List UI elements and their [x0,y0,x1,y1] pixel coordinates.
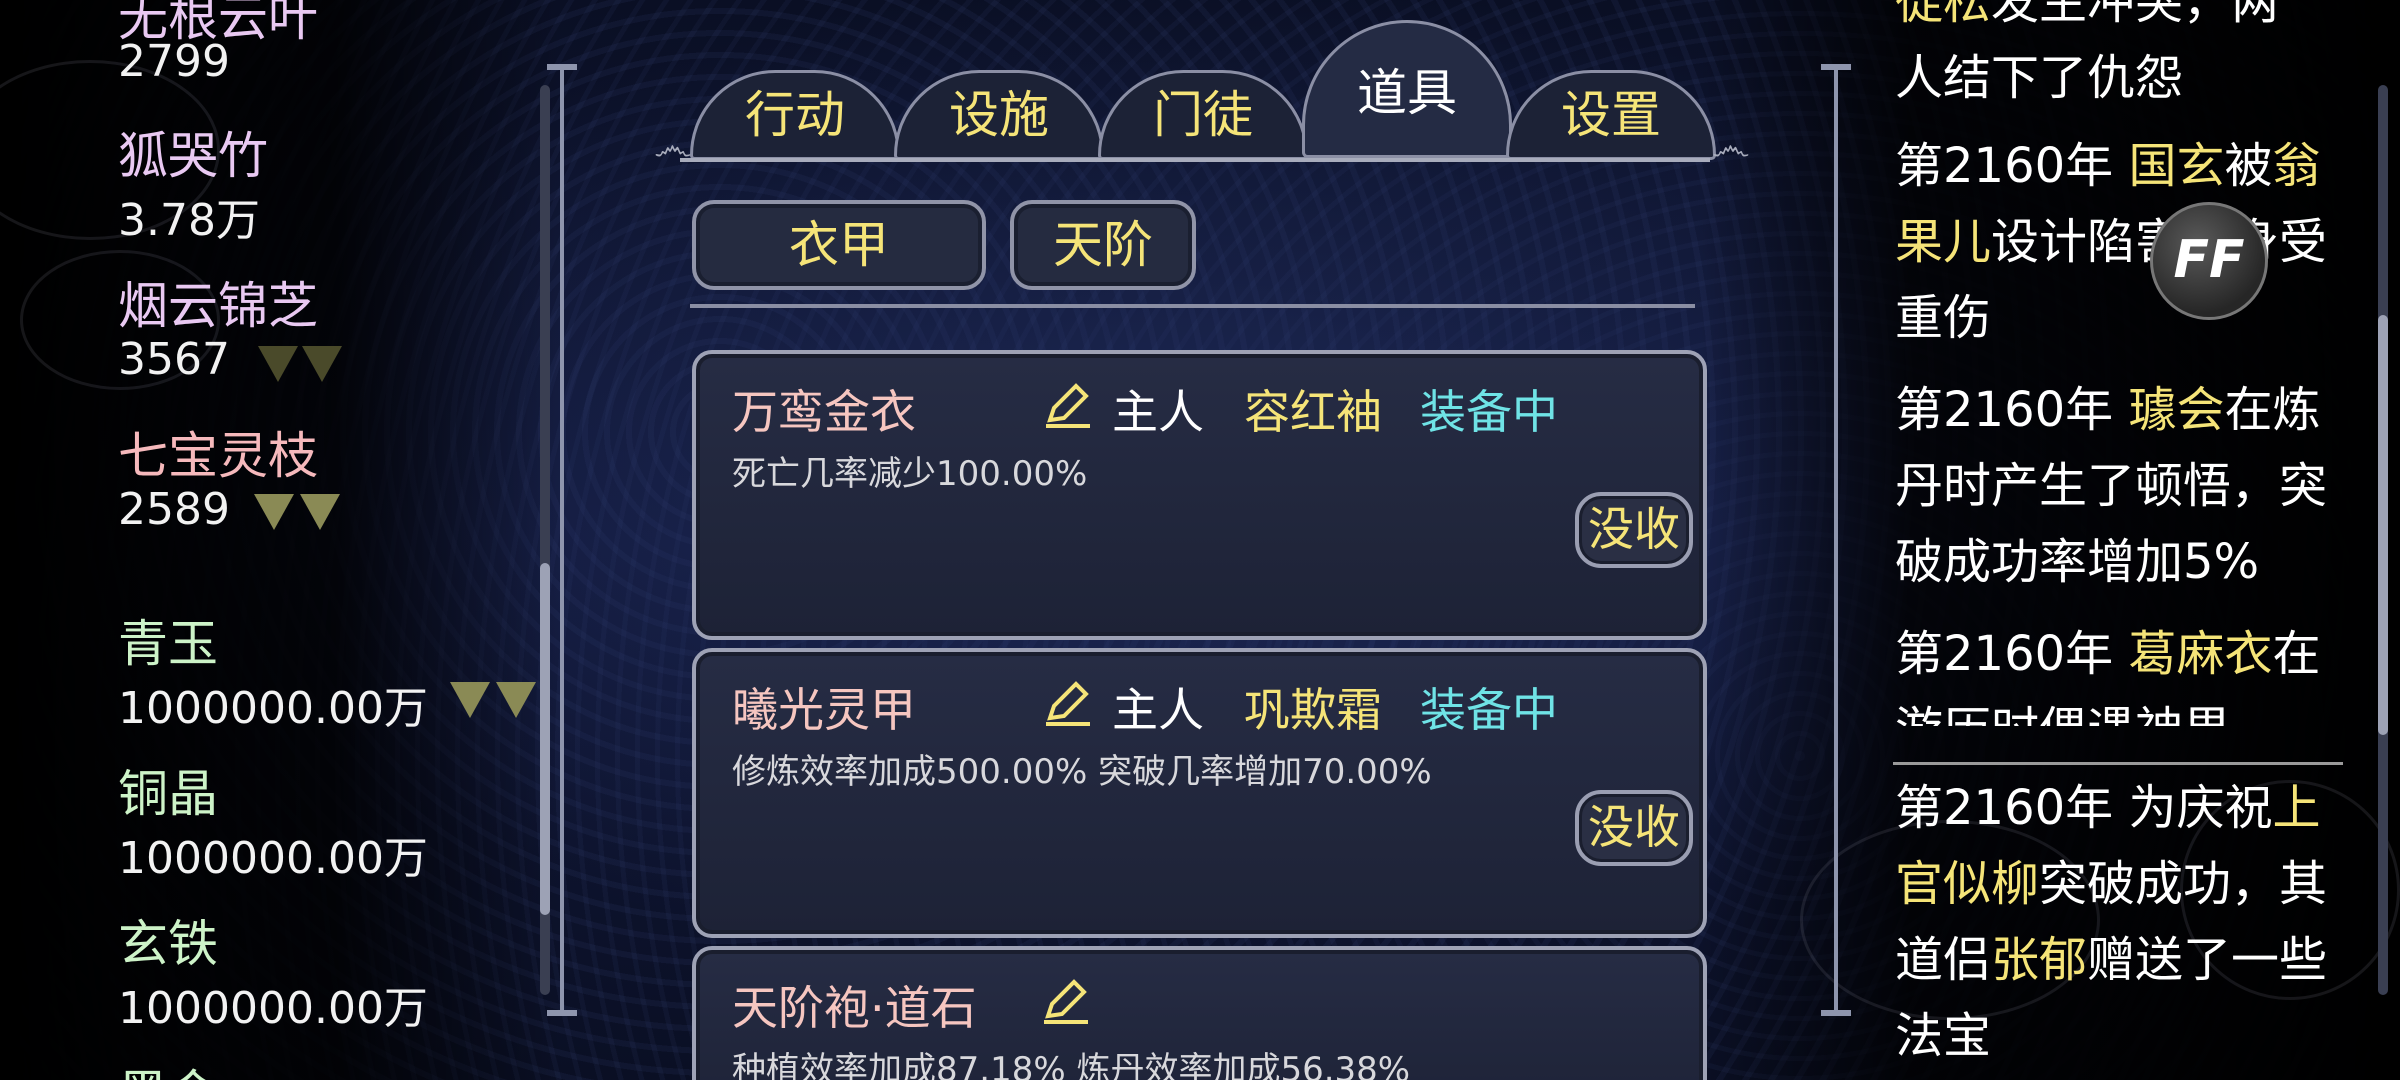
tab-label: 设施 [949,86,1049,144]
resource-value: 2589 [118,484,230,535]
event-log-entry: 第2160年 为庆祝上官似柳突破成功，其道侣张郁赠送了一些法宝 [1895,770,2365,1074]
item-status: 装备中 [1420,683,1558,737]
divider-cap [547,1010,577,1016]
tab-label: 行动 [745,86,845,144]
log-year: 第2160年 [1895,382,2114,438]
log-text: 人结下了仇怨 [1895,50,2184,106]
down-arrow-icon [496,682,536,718]
event-log-entry: 第2160年 国玄被翁果儿设计陷害，身受重伤 [1895,128,2365,356]
log-text: 被 [2224,138,2273,194]
resource-value: 3.78万 [118,195,260,246]
resource-name: 黑金 [118,1054,218,1080]
divider-cap [547,64,577,70]
log-highlight-name: 葛麻衣 [2128,626,2273,682]
item-name: 天阶袍·道石 [732,981,977,1035]
item-effect: 种植效率加成87.18% 炼丹效率加成56.38% [732,1050,1411,1080]
item-card[interactable]: 天阶袍·道石 种植效率加成87.18% 炼丹效率加成56.38% [692,946,1707,1080]
log-highlight-name: 璩会 [2128,382,2225,438]
scrollbar-thumb[interactable] [2378,315,2388,735]
down-arrow-icon [302,346,342,382]
tab-disciples[interactable]: 门徒 [1098,70,1308,160]
tab-underline [680,158,1710,162]
resource-name: 玄铁 [118,915,218,973]
divider-pillar [560,66,564,1016]
subtab-heaven-grade[interactable]: 天阶 [1010,200,1196,290]
resource-value: 1000000.00万 [118,833,428,884]
tab-label: 设置 [1561,86,1661,144]
divider-cap [1821,64,1851,70]
down-arrow-icon [300,494,340,530]
confiscate-button[interactable]: 没收 [1575,790,1693,866]
log-year: 第2160年 [1895,626,2114,682]
tab-label: 门徒 [1153,86,1253,144]
resource-value: 1000000.00万 [118,983,428,1034]
resource-name: 烟云锦芝 [118,277,318,335]
event-log-entry: 第2160年 璩会在炼丹时产生了顿悟，突破成功率增加5% [1895,372,2365,600]
scroll-ornament-icon: ෴ [1712,124,1750,170]
log-scrollbar[interactable] [2378,85,2388,995]
scrollbar-thumb[interactable] [540,563,550,915]
down-arrow-icon [254,494,294,530]
down-arrow-icon [450,682,490,718]
log-highlight-name: 张郁 [1991,932,2088,988]
log-text: 游历时偶遇神界 [1895,702,2231,726]
log-year: 第2160年 [1895,138,2114,194]
item-name: 万鸾金衣 [732,385,916,439]
log-text: 发生冲突，两 [1991,0,2280,30]
tab-label: 道具 [1357,64,1457,122]
event-log-entry: 徒松发生冲突，两 人结下了仇怨 [1895,0,2365,116]
resource-name: 铜晶 [118,765,218,823]
event-log-entry: 第2160年 葛麻衣在 游历时偶遇神界 [1895,616,2365,726]
divider-cap [1821,1010,1851,1016]
item-owner: 主人 [1112,683,1204,737]
item-name: 曦光灵甲 [732,683,916,737]
resource-name: 狐哭竹 [118,127,268,185]
item-effect: 修炼效率加成500.00% 突破几率增加70.00% [732,752,1432,792]
item-holder: 容红袖 [1244,385,1382,439]
log-text: 为庆祝 [2128,780,2273,836]
pencil-icon[interactable] [1038,972,1094,1028]
tab-facility[interactable]: 设施 [894,70,1104,160]
resource-name: 七宝灵枝 [118,427,318,485]
pencil-icon[interactable] [1040,674,1096,730]
subtab-divider [690,304,1695,308]
confiscate-button[interactable]: 没收 [1575,492,1693,568]
resource-scrollbar[interactable] [540,85,550,995]
resource-value: 1000000.00万 [118,683,428,734]
log-year: 第2160年 [1895,780,2114,836]
resource-name: 青玉 [118,615,218,673]
tab-action[interactable]: 行动 [690,70,900,160]
item-owner: 主人 [1112,385,1204,439]
item-holder: 巩欺霜 [1244,683,1382,737]
tab-settings[interactable]: 设置 [1506,70,1716,160]
log-highlight-name: 徒松 [1895,0,1992,30]
subtab-armor[interactable]: 衣甲 [692,200,986,290]
divider-pillar [1834,66,1838,1016]
log-text: 在 [2272,626,2321,682]
item-status: 装备中 [1420,385,1558,439]
pencil-icon[interactable] [1040,376,1096,432]
resource-value: 2799 [118,36,230,87]
fast-forward-button[interactable]: FF [2150,202,2268,320]
item-card[interactable]: 万鸾金衣 主人 容红袖 装备中 死亡几率减少100.00% 没收 [692,350,1707,640]
down-arrow-icon [258,346,298,382]
item-card[interactable]: 曦光灵甲 主人 巩欺霜 装备中 修炼效率加成500.00% 突破几率增加70.0… [692,648,1707,938]
scroll-ornament-icon: ෴ [654,124,692,170]
event-log-clip: 第2160年 葛麻衣在 游历时偶遇神界 [1890,616,2370,726]
log-highlight-name: 国玄 [2128,138,2225,194]
log-divider [1893,762,2343,765]
item-effect: 死亡几率减少100.00% [732,454,1088,494]
resource-value: 3567 [118,334,230,385]
